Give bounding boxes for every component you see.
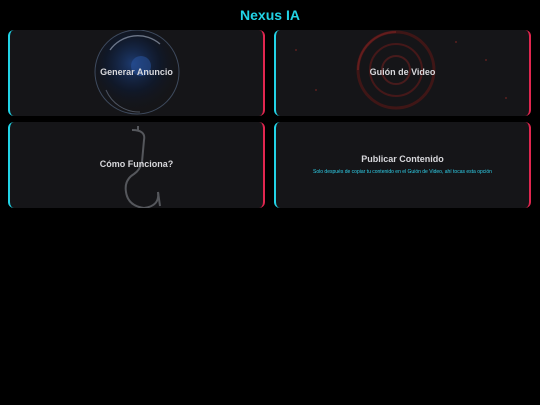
card-label: Cómo Funciona? [99, 159, 174, 169]
card-description: Solo después de copiar tu contenido en e… [313, 169, 492, 175]
page-title: Nexus IA [240, 7, 300, 23]
app-root: Nexus IA Generar Anuncio Guión de Video … [0, 0, 540, 405]
publicar-contenido-card[interactable]: Publicar Contenido Solo después de copia… [274, 122, 531, 208]
guion-de-video-card[interactable]: Guión de Video [274, 30, 531, 116]
card-label: Generar Anuncio [100, 67, 173, 77]
card-label: Guión de Video [369, 67, 436, 77]
como-funciona-card[interactable]: Cómo Funciona? [8, 122, 265, 208]
card-label: Publicar Contenido [361, 154, 444, 164]
generar-anuncio-card[interactable]: Generar Anuncio [8, 30, 265, 116]
